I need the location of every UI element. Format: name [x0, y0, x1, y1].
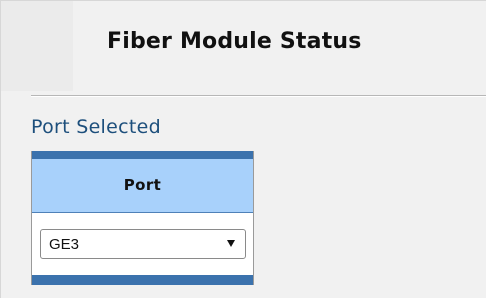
title-divider: [31, 95, 486, 96]
section-title: Port Selected: [31, 116, 161, 138]
chevron-down-icon[interactable]: [227, 240, 235, 247]
port-table: Port GE3: [31, 151, 254, 285]
title-strip: [1, 1, 73, 91]
table-top-bar: [32, 151, 253, 159]
port-table-cell: GE3: [32, 213, 253, 275]
table-bottom-bar: [32, 275, 253, 285]
port-select[interactable]: GE3: [40, 229, 246, 259]
page-frame: Fiber Module Status Port Selected Port G…: [0, 0, 486, 298]
port-select-value: GE3: [49, 236, 80, 253]
port-column-header: Port: [32, 159, 253, 213]
page-title: Fiber Module Status: [107, 29, 362, 54]
port-column-header-label: Port: [123, 176, 162, 194]
